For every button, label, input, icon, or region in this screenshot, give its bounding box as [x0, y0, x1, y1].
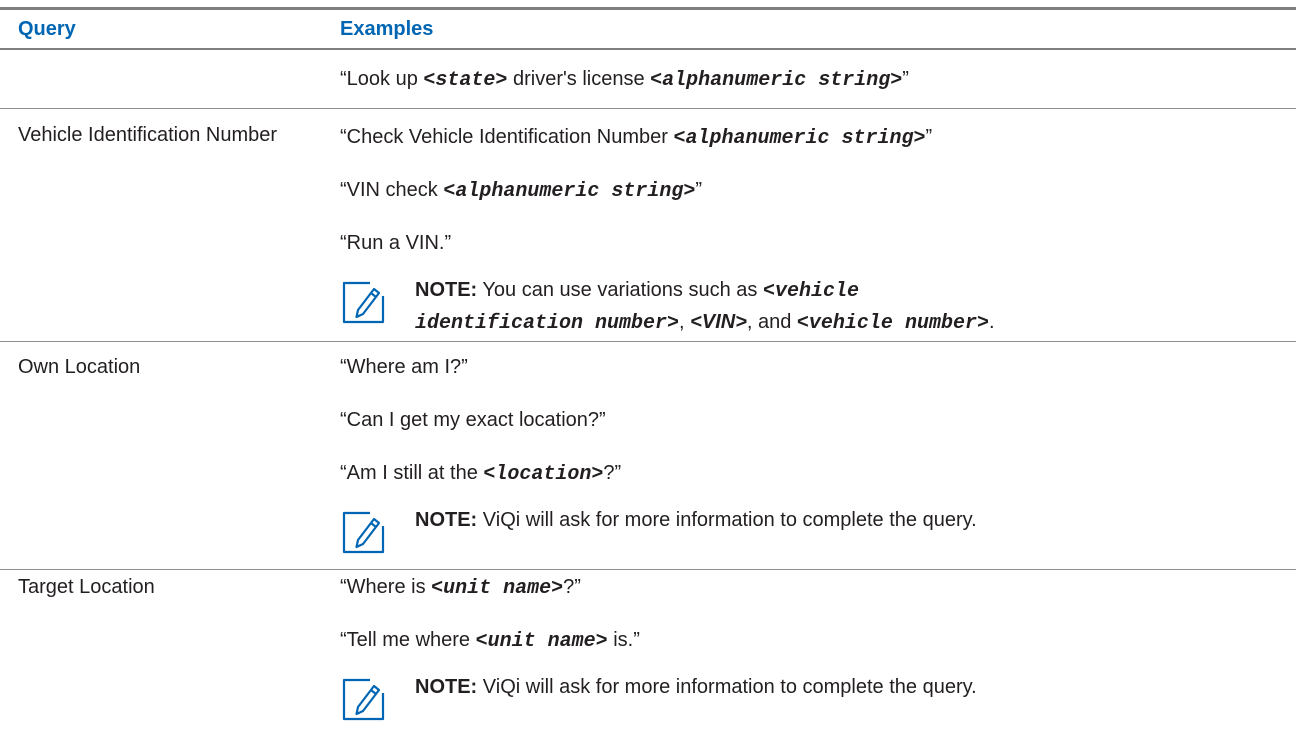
placeholder-term: identification number>: [415, 312, 680, 335]
placeholder-term: <vehicle: [762, 280, 859, 303]
placeholder-term: <alphanumeric string>: [673, 127, 926, 150]
example-where-am-i: “Where am I?”: [340, 356, 468, 378]
example-text: “Look up: [340, 68, 424, 90]
note-icon: [342, 281, 385, 324]
example-run-vin: “Run a VIN.”: [340, 232, 452, 254]
placeholder-term: <unit name>: [431, 577, 564, 600]
note-icon: [342, 511, 385, 554]
note-label: NOTE:: [415, 676, 478, 698]
note-line: NOTE: ViQi will ask for more information…: [415, 504, 977, 536]
example-text: ”: [925, 126, 933, 148]
note-text: ViQi will ask for more information to co…: [477, 676, 977, 698]
note-text: ViQi will ask for more information to co…: [477, 509, 977, 531]
placeholder-term: <unit name>: [475, 630, 608, 653]
queries-table: Query Examples “Look up <state> driver's…: [0, 0, 1296, 740]
row-divider: [0, 341, 1296, 342]
note-text: ,: [679, 311, 691, 333]
example-where-is-unit: “Where is <unit name>?”: [340, 573, 581, 603]
example-text: ?”: [563, 576, 581, 598]
example-text: ”: [695, 179, 703, 201]
example-text: “VIN check: [340, 179, 444, 201]
placeholder-term: <alphanumeric string>: [650, 69, 903, 92]
note-vin-variations: NOTE: You can use variations such as <ve…: [340, 274, 1240, 338]
note-line-2: identification number>, <VIN>, and <vehi…: [415, 306, 995, 340]
note-line: NOTE: ViQi will ask for more information…: [415, 671, 977, 703]
note-label: NOTE:: [415, 279, 478, 301]
note-text: You can use variations such as: [477, 279, 763, 301]
placeholder-term: <location>: [483, 463, 604, 486]
example-text: ?”: [603, 462, 622, 484]
table-header-row: Query Examples: [0, 10, 1296, 48]
note-own-location: NOTE: ViQi will ask for more information…: [340, 504, 1240, 564]
example-text: “Am I still at the: [340, 462, 484, 484]
example-tell-me-where: “Tell me where <unit name> is.”: [340, 626, 640, 656]
header-query: Query: [18, 18, 76, 40]
placeholder-term: <state>: [423, 69, 508, 92]
note-line-1: NOTE: You can use variations such as <ve…: [415, 274, 859, 308]
note-label: NOTE:: [415, 509, 478, 531]
example-text: “Tell me where: [340, 629, 476, 651]
table-header-rule: [0, 48, 1296, 50]
query-target-location: Target Location: [18, 576, 155, 598]
example-text: is.”: [607, 629, 640, 651]
example-text: driver's license: [507, 68, 651, 90]
row-divider: [0, 569, 1296, 570]
query-vehicle-identification-number: Vehicle Identification Number: [18, 124, 278, 146]
example-text: “Where is: [340, 576, 432, 598]
placeholder-term: <vehicle number>: [796, 312, 989, 335]
example-drivers-license: “Look up <state> driver's license <alpha…: [340, 65, 909, 95]
example-check-vin: “Check Vehicle Identification Number <al…: [340, 123, 932, 153]
query-own-location: Own Location: [18, 356, 141, 378]
note-icon: [342, 678, 385, 721]
placeholder-term: <alphanumeric string>: [443, 180, 696, 203]
example-exact-location: “Can I get my exact location?”: [340, 409, 606, 431]
header-examples: Examples: [340, 18, 434, 40]
note-text: , and: [746, 311, 797, 333]
note-text: .: [988, 311, 995, 333]
row-divider: [0, 108, 1296, 109]
example-text: “Check Vehicle Identification Number: [340, 126, 674, 148]
example-still-at-location: “Am I still at the <location>?”: [340, 459, 621, 489]
note-target-location: NOTE: ViQi will ask for more information…: [340, 671, 1240, 731]
placeholder-term: <VIN>: [690, 311, 747, 333]
example-text: ”: [902, 68, 909, 90]
example-vin-check: “VIN check <alphanumeric string>”: [340, 176, 702, 206]
